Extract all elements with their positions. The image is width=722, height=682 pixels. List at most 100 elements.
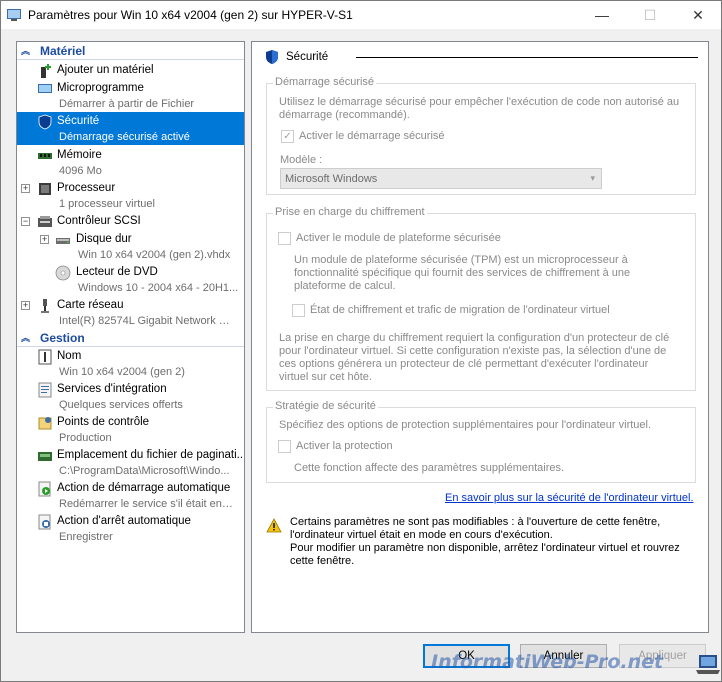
dvd-icon bbox=[55, 265, 71, 281]
expand-icon[interactable]: + bbox=[21, 184, 30, 193]
encryption-state-checkbox[interactable] bbox=[292, 304, 305, 317]
sidebar-item-firmware[interactable]: Microprogramme Démarrer à partir de Fich… bbox=[17, 79, 244, 112]
sidebar-item-checkpoints[interactable]: Points de contrôle Production bbox=[17, 413, 244, 446]
description-line: fonctionnalité spécifique qui fournit de… bbox=[294, 267, 631, 279]
section-hardware-label: Matériel bbox=[40, 44, 86, 58]
sidebar-item-detail: Win 10 x64 v2004 (gen 2) bbox=[59, 366, 185, 378]
sidebar-item-label: Mémoire bbox=[57, 149, 102, 161]
collapse-icon[interactable]: − bbox=[21, 217, 30, 226]
sidebar-item-detail: Win 10 x64 v2004 (gen 2).vhdx bbox=[78, 249, 231, 261]
expand-icon[interactable]: + bbox=[21, 301, 30, 310]
integration-services-icon bbox=[38, 382, 52, 398]
secure-boot-checkbox-label: Activer le démarrage sécurisé bbox=[299, 130, 445, 142]
sidebar-item-processor[interactable]: + Processeur 1 processeur virtuel bbox=[17, 179, 244, 212]
sidebar-item-label: Nom bbox=[57, 350, 82, 362]
checkpoint-icon bbox=[38, 417, 52, 430]
learn-more-link[interactable]: En savoir plus sur la sécurité de l'ordi… bbox=[445, 492, 694, 504]
sidebar-item-security[interactable]: Sécurité Démarrage sécurisé activé bbox=[17, 112, 244, 145]
sidebar-item-auto-start[interactable]: Action de démarrage automatique Redémarr… bbox=[17, 479, 244, 512]
shield-icon bbox=[38, 114, 52, 130]
sidebar-item-label: Disque dur bbox=[76, 233, 132, 245]
panel-header-divider bbox=[356, 57, 698, 58]
maximize-button[interactable]: ☐ bbox=[627, 1, 673, 29]
sidebar-item-dvd-drive[interactable]: Lecteur de DVD Windows 10 - 2004 x64 - 2… bbox=[17, 263, 244, 296]
sidebar-item-detail: Production bbox=[59, 432, 112, 444]
settings-tree[interactable]: ︽ Matériel Ajouter un matériel Microprog… bbox=[16, 41, 245, 633]
section-management[interactable]: ︽ Gestion bbox=[17, 330, 244, 347]
encryption-support-group: Prise en charge du chiffrement Activer l… bbox=[266, 206, 696, 391]
auto-stop-icon bbox=[38, 514, 51, 530]
sidebar-item-label: Points de contrôle bbox=[57, 416, 150, 428]
watermark: InformatiWeb-Pro.net bbox=[431, 651, 664, 673]
sidebar-item-paging-file[interactable]: Emplacement du fichier de paginati... C:… bbox=[17, 446, 244, 479]
template-dropdown-value: Microsoft Windows bbox=[285, 172, 378, 185]
sidebar-item-detail: 4096 Mo bbox=[59, 165, 102, 177]
section-divider bbox=[17, 59, 244, 60]
hyper-v-settings-icon bbox=[7, 9, 21, 21]
note-line: ces options générera un protecteur de cl… bbox=[279, 358, 649, 370]
shielding-checkbox-label: Activer la protection bbox=[296, 440, 393, 452]
sidebar-item-name[interactable]: Nom Win 10 x64 v2004 (gen 2) bbox=[17, 347, 244, 380]
warning-text: Certains paramètres ne sont pas modifiab… bbox=[290, 516, 700, 568]
processor-icon bbox=[39, 183, 51, 195]
section-management-label: Gestion bbox=[40, 331, 85, 345]
sidebar-item-detail: Quelques services offerts bbox=[59, 399, 183, 411]
description-line: plateforme de calcul. bbox=[294, 280, 396, 292]
sidebar-item-network-adapter[interactable]: + Carte réseau Intel(R) 82574L Gigabit N… bbox=[17, 296, 244, 329]
template-dropdown[interactable]: Microsoft Windows ▾ bbox=[280, 168, 602, 189]
window-title: Paramètres pour Win 10 x64 v2004 (gen 2)… bbox=[28, 8, 353, 22]
chevron-down-icon: ▾ bbox=[590, 173, 595, 183]
warning-line: l'ordinateur virtuel était en mode en co… bbox=[290, 529, 553, 541]
sidebar-item-label: Sécurité bbox=[57, 115, 100, 127]
sidebar-item-label: Microprogramme bbox=[57, 82, 144, 94]
note-line: La prise en charge du chiffrement requie… bbox=[279, 332, 670, 344]
close-button[interactable]: ✕ bbox=[675, 1, 721, 29]
tpm-checkbox[interactable] bbox=[278, 232, 291, 245]
description-line: Utilisez le démarrage sécurisé pour empê… bbox=[279, 96, 680, 108]
paging-file-icon bbox=[38, 452, 52, 461]
description-line: démarrage (recommandé). bbox=[279, 109, 410, 121]
settings-window: Paramètres pour Win 10 x64 v2004 (gen 2)… bbox=[0, 0, 722, 682]
sidebar-item-label: Processeur bbox=[57, 182, 116, 194]
security-policy-description: Spécifiez des options de protection supp… bbox=[279, 419, 652, 431]
hard-disk-icon bbox=[56, 238, 70, 244]
laptop-logo-icon bbox=[696, 655, 720, 674]
warning-icon bbox=[266, 518, 282, 533]
tpm-description: Un module de plateforme sécurisée (TPM) … bbox=[294, 254, 694, 293]
sidebar-item-detail: Intel(R) 82574L Gigabit Network C... bbox=[59, 315, 234, 327]
warning-line: cette fenêtre. bbox=[290, 555, 355, 567]
sidebar-item-label: Lecteur de DVD bbox=[76, 266, 158, 278]
note-line: virtuel sur cet hôte. bbox=[279, 371, 372, 383]
shielding-checkbox[interactable] bbox=[278, 440, 291, 453]
sidebar-item-label: Action d'arrêt automatique bbox=[57, 515, 191, 527]
section-hardware[interactable]: ︽ Matériel bbox=[17, 43, 244, 60]
warning-line: Pour modifier un paramètre non disponibl… bbox=[290, 542, 680, 554]
sidebar-item-label: Services d'intégration bbox=[57, 383, 167, 395]
sidebar-item-detail: 1 processeur virtuel bbox=[59, 198, 155, 210]
sidebar-item-hard-disk[interactable]: + Disque dur Win 10 x64 v2004 (gen 2).vh… bbox=[17, 230, 244, 263]
sidebar-item-label: Carte réseau bbox=[57, 299, 124, 311]
sidebar-item-memory[interactable]: Mémoire 4096 Mo bbox=[17, 146, 244, 179]
security-policy-legend: Stratégie de sécurité bbox=[273, 400, 378, 412]
sidebar-item-integration-services[interactable]: Services d'intégration Quelques services… bbox=[17, 380, 244, 413]
note-line: pour l'ordinateur virtuel. Si cette conf… bbox=[279, 345, 667, 357]
secure-boot-legend: Démarrage sécurisé bbox=[273, 76, 377, 88]
security-settings-panel: Sécurité Démarrage sécurisé Utilisez le … bbox=[251, 41, 709, 633]
chevron-up-icon: ︽ bbox=[21, 332, 31, 343]
expand-icon[interactable]: + bbox=[40, 235, 49, 244]
secure-boot-checkbox[interactable]: ✓ bbox=[281, 130, 294, 143]
sidebar-item-auto-stop[interactable]: Action d'arrêt automatique Enregistrer bbox=[17, 512, 244, 545]
panel-header: Sécurité bbox=[264, 48, 328, 66]
template-label: Modèle : bbox=[280, 154, 323, 166]
sidebar-item-label: Ajouter un matériel bbox=[57, 64, 154, 76]
sidebar-item-detail: Redémarrer le service s'il était en c... bbox=[59, 498, 234, 510]
encryption-state-label: État de chiffrement et trafic de migrati… bbox=[310, 304, 610, 316]
sidebar-item-label: Emplacement du fichier de paginati... bbox=[57, 449, 245, 461]
sidebar-item-detail: Enregistrer bbox=[59, 531, 113, 543]
chevron-up-icon: ︽ bbox=[21, 45, 31, 56]
network-adapter-icon bbox=[41, 299, 49, 313]
add-hardware-icon bbox=[41, 64, 51, 78]
sidebar-item-label: Contrôleur SCSI bbox=[57, 215, 141, 227]
sidebar-item-label: Action de démarrage automatique bbox=[57, 482, 231, 494]
minimize-button[interactable]: — bbox=[579, 1, 625, 29]
